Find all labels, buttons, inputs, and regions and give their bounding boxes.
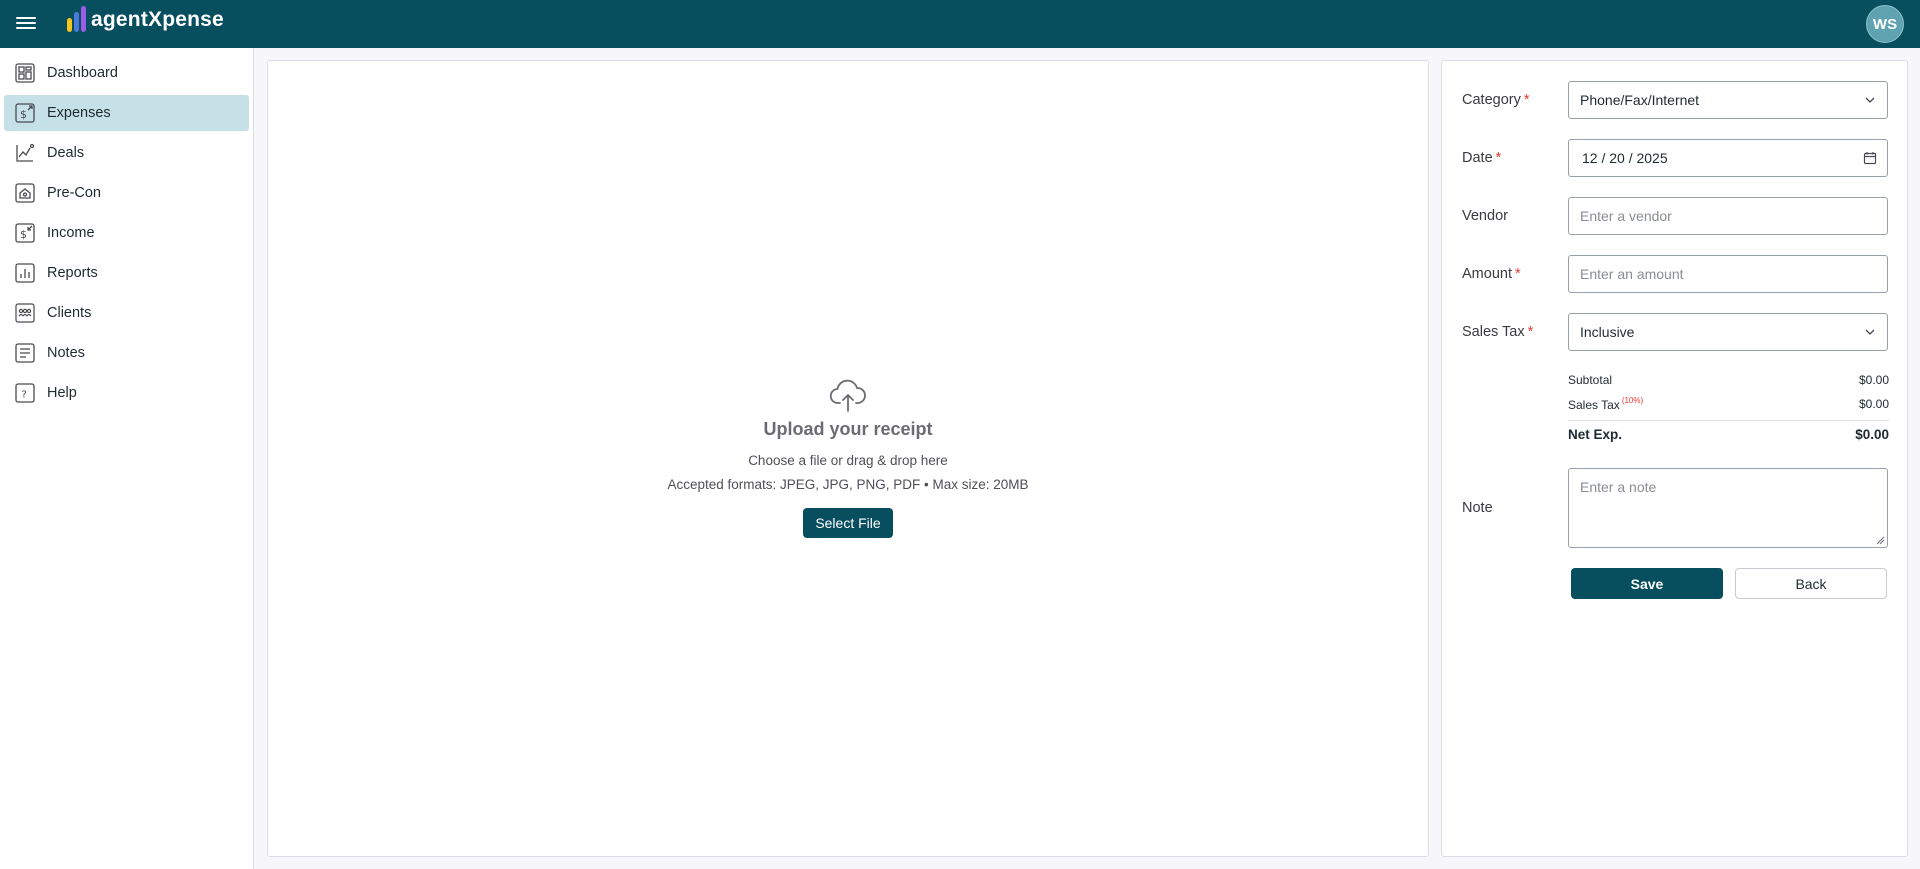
expense-summary: Subtotal $0.00 Sales Tax (10%) $0.00 Net … (1568, 368, 1889, 442)
subtotal-value: $0.00 (1858, 373, 1889, 387)
category-select[interactable]: Phone/Fax/Internet (1568, 81, 1888, 119)
category-value: Phone/Fax/Internet (1580, 92, 1700, 108)
tax-rate: (10%) (1621, 396, 1644, 405)
date-input[interactable]: 12 / 20 / 2025 (1568, 139, 1888, 177)
net-expense-row: Net Exp. $0.00 (1568, 427, 1889, 442)
save-button[interactable]: Save (1571, 568, 1723, 599)
sales-tax-row: Sales Tax * Inclusive (1462, 313, 1889, 351)
app-name: agentXpense (91, 8, 224, 31)
notes-icon (14, 342, 36, 364)
resize-handle-icon[interactable] (1876, 536, 1885, 545)
cloud-upload-icon (828, 377, 868, 413)
sales-tax-select[interactable]: Inclusive (1568, 313, 1888, 351)
date-row: Date * 12 / 20 / 2025 (1462, 139, 1889, 177)
note-row: Note Enter a note (1462, 468, 1889, 548)
sidebar-item-label: Reports (47, 265, 98, 281)
logo-bars-icon (67, 6, 86, 32)
calendar-icon[interactable] (1863, 151, 1877, 165)
date-value: 12 / 20 / 2025 (1582, 150, 1668, 166)
sidebar-item-label: Income (47, 225, 95, 241)
net-expense-value: $0.00 (1855, 427, 1889, 442)
chart-line-icon (14, 142, 36, 164)
sales-tax-summary-label: Sales Tax (10%) (1568, 396, 1644, 412)
svg-text:$: $ (20, 108, 27, 121)
sidebar-item-label: Expenses (47, 105, 111, 121)
sales-tax-summary-row: Sales Tax (10%) $0.00 (1568, 392, 1889, 416)
summary-divider (1568, 420, 1889, 421)
subtotal-row: Subtotal $0.00 (1568, 368, 1889, 392)
sidebar: Dashboard $ Expenses Deals Pre-Con $ Inc… (0, 48, 254, 869)
category-row: Category * Phone/Fax/Internet (1462, 81, 1889, 119)
sidebar-item-label: Clients (47, 305, 92, 321)
upload-formats: Accepted formats: JPEG, JPG, PNG, PDF • … (667, 477, 1029, 492)
vendor-input[interactable]: Enter a vendor (1568, 197, 1888, 235)
category-label: Category * (1462, 92, 1530, 108)
amount-input[interactable]: Enter an amount (1568, 255, 1888, 293)
sidebar-item-label: Pre-Con (47, 185, 101, 201)
sidebar-item-clients[interactable]: Clients (4, 295, 249, 331)
help-icon: ? (14, 382, 36, 404)
vendor-label: Vendor (1462, 208, 1508, 224)
sidebar-item-income[interactable]: $ Income (4, 215, 249, 251)
sidebar-item-notes[interactable]: Notes (4, 335, 249, 371)
date-label: Date * (1462, 150, 1502, 166)
vendor-row: Vendor Enter a vendor (1462, 197, 1889, 235)
chevron-down-icon (1865, 97, 1875, 103)
sales-tax-value: Inclusive (1580, 324, 1635, 340)
user-avatar[interactable]: WS (1866, 5, 1904, 43)
expense-form: Category * Phone/Fax/Internet Date * 12 / … (1441, 60, 1908, 857)
sidebar-item-label: Notes (47, 345, 85, 361)
menu-icon[interactable] (16, 14, 36, 32)
sidebar-item-label: Dashboard (47, 65, 118, 81)
note-placeholder: Enter a note (1580, 479, 1657, 495)
back-button[interactable]: Back (1735, 568, 1887, 599)
sidebar-item-reports[interactable]: Reports (4, 255, 249, 291)
clients-icon (14, 302, 36, 324)
sales-tax-summary-value: $0.00 (1858, 397, 1889, 411)
dollar-receipt-icon: $ (14, 102, 36, 124)
subtotal-label: Subtotal (1568, 373, 1613, 387)
app-logo[interactable]: agentXpense (67, 6, 224, 32)
select-file-button[interactable]: Select File (803, 508, 893, 538)
income-icon: $ (14, 222, 36, 244)
bar-chart-icon (14, 262, 36, 284)
amount-label: Amount * (1462, 266, 1521, 282)
svg-text:?: ? (22, 390, 27, 401)
house-icon (14, 182, 36, 204)
chevron-down-icon (1865, 329, 1875, 335)
net-expense-label: Net Exp. (1568, 427, 1623, 442)
sidebar-item-label: Deals (47, 145, 85, 161)
amount-row: Amount * Enter an amount (1462, 255, 1889, 293)
upload-title: Upload your receipt (763, 419, 933, 439)
svg-text:$: $ (20, 228, 27, 241)
sidebar-item-dashboard[interactable]: Dashboard (4, 55, 249, 91)
upload-subtitle: Choose a file or drag & drop here (748, 453, 948, 468)
receipt-upload-dropzone[interactable]: Upload your receipt Choose a file or dra… (267, 60, 1429, 857)
sales-tax-label: Sales Tax * (1462, 324, 1534, 340)
sidebar-item-expenses[interactable]: $ Expenses (4, 95, 249, 131)
top-bar: agentXpense WS (0, 0, 1920, 48)
sidebar-item-label: Help (47, 385, 77, 401)
sidebar-item-deals[interactable]: Deals (4, 135, 249, 171)
note-textarea[interactable]: Enter a note (1568, 468, 1888, 548)
sidebar-item-pre-con[interactable]: Pre-Con (4, 175, 249, 211)
dashboard-icon (14, 62, 36, 84)
note-label: Note (1462, 500, 1493, 516)
upload-prompt: Upload your receipt Choose a file or dra… (268, 377, 1428, 538)
sidebar-item-help[interactable]: ? Help (4, 375, 249, 411)
